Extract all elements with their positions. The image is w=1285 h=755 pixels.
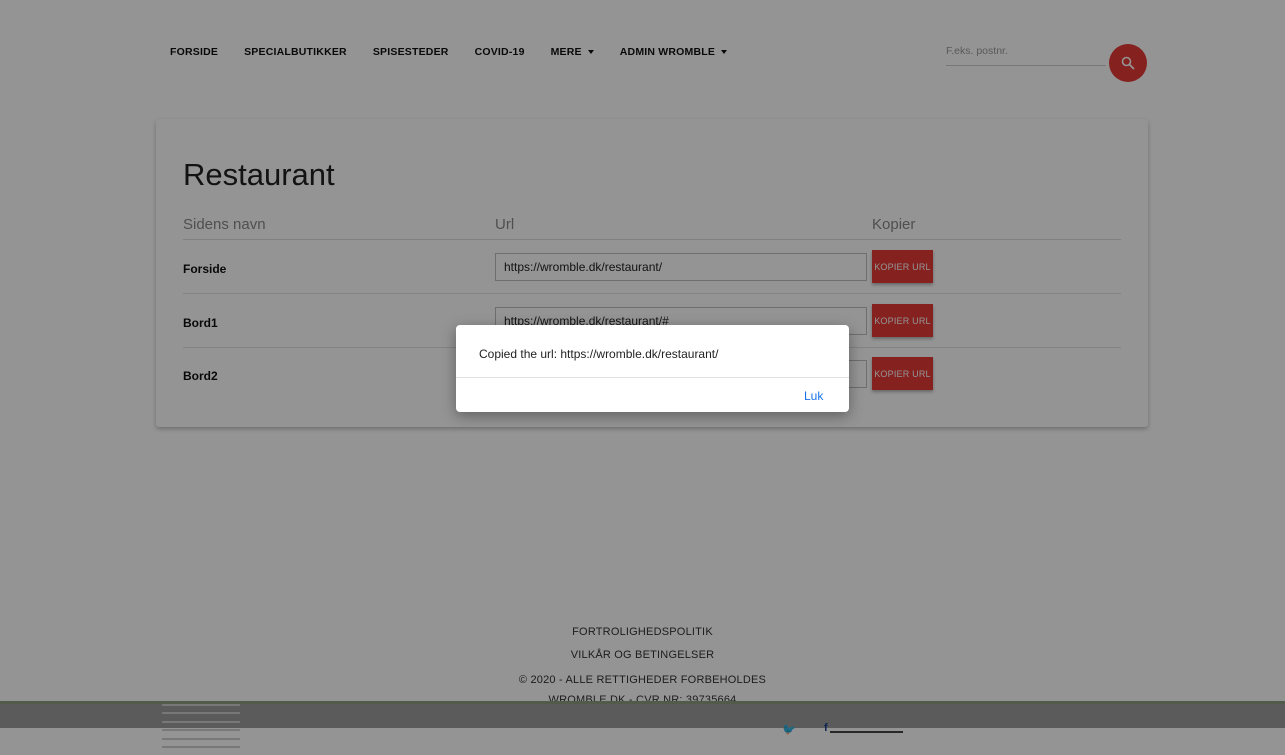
copy-confirmation-dialog: Copied the url: https://wromble.dk/resta… [456,325,849,412]
dialog-message: Copied the url: https://wromble.dk/resta… [479,347,719,361]
browser-viewport: FORSIDE SPECIALBUTIKKER SPISESTEDER COVI… [0,0,1285,755]
dialog-divider [456,377,849,378]
close-dialog-button[interactable]: Luk [804,389,823,403]
